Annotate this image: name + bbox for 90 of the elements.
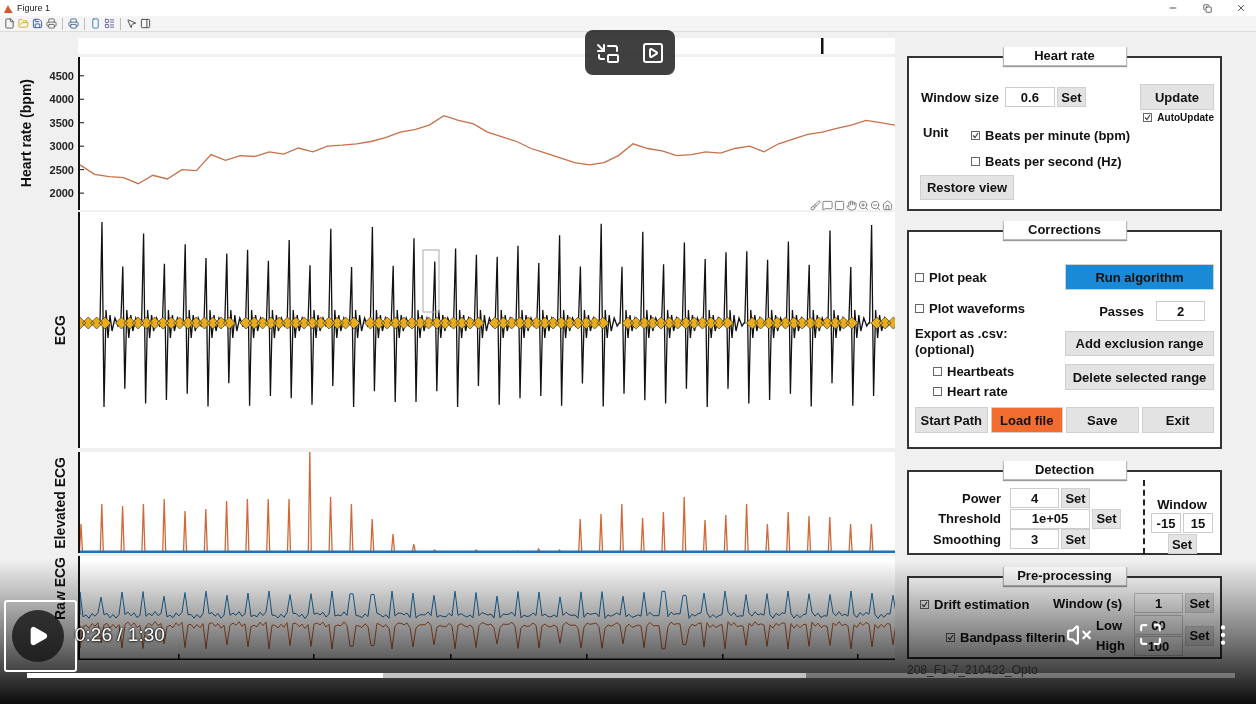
- window-title: Figure 1: [17, 3, 52, 13]
- action-button[interactable]: Start Path: [915, 407, 988, 433]
- set-button[interactable]: Set: [1092, 508, 1121, 529]
- set-button[interactable]: Set: [1167, 534, 1197, 554]
- field-label: Window (s): [1053, 595, 1124, 611]
- restore-icon[interactable]: [1202, 3, 1212, 13]
- field-label: Low: [1096, 618, 1123, 633]
- run-algorithm-button[interactable]: Run algorithm: [1065, 264, 1214, 290]
- export-label: Export as .csv: (optional): [915, 326, 1009, 358]
- checkbox[interactable]: [1143, 113, 1153, 122]
- parameter-field[interactable]: 3: [1010, 529, 1059, 549]
- panel-title: Corrections: [1002, 221, 1127, 240]
- checkbox[interactable]: [971, 131, 980, 140]
- field-label: Window size: [921, 89, 999, 105]
- field-label: Threshold: [937, 511, 1001, 526]
- play-box-icon[interactable]: [640, 40, 665, 65]
- set-button[interactable]: Set: [1061, 488, 1090, 508]
- restore-view-button[interactable]: Restore view: [920, 175, 1014, 200]
- window-size-field[interactable]: 0.6: [1004, 87, 1055, 107]
- zoom-in-icon[interactable]: [858, 200, 869, 211]
- square-icon[interactable]: [834, 200, 845, 211]
- close-icon[interactable]: [1236, 3, 1246, 13]
- checkbox-label: Heart rate: [947, 384, 1008, 399]
- checkbox[interactable]: [920, 600, 929, 609]
- set-button[interactable]: Set: [1185, 625, 1214, 646]
- new-file-icon[interactable]: [4, 18, 15, 29]
- field-label: Smoothing: [932, 531, 1001, 547]
- set-button[interactable]: Set: [1056, 87, 1086, 107]
- tick-label: 3000: [49, 139, 74, 154]
- set-button[interactable]: Set: [1185, 593, 1214, 613]
- save-icon[interactable]: [32, 18, 43, 29]
- window-end-field[interactable]: 15: [1183, 513, 1213, 533]
- checkbox-label: Bandpass filterin: [960, 629, 1066, 645]
- printer-icon[interactable]: [46, 18, 57, 29]
- checkbox[interactable]: [933, 367, 942, 376]
- mute-icon[interactable]: [1066, 622, 1092, 648]
- parameter-field[interactable]: 1e+05: [1010, 508, 1090, 529]
- action-button[interactable]: Save: [1066, 407, 1139, 433]
- file-name: 208_F1-7_210422_Opto: [907, 664, 1039, 677]
- axis-label: Heart rate (bpm): [18, 79, 34, 188]
- data-tip-icon[interactable]: [822, 200, 833, 211]
- checkbox-label: Beats per second (Hz): [985, 154, 1122, 169]
- checkbox[interactable]: [946, 632, 955, 642]
- window-start-field[interactable]: -15: [1151, 513, 1181, 533]
- tick-label: 4500: [49, 68, 74, 83]
- checkbox-label: Heartbeats: [947, 364, 1015, 379]
- selection-rectangle: [422, 249, 440, 313]
- checkbox[interactable]: [915, 303, 924, 313]
- tick-label: 3500: [49, 115, 74, 130]
- pointer-icon[interactable]: [126, 18, 137, 29]
- parameter-field[interactable]: 4: [1010, 488, 1059, 508]
- panel-title: Heart rate: [1002, 47, 1127, 66]
- field-label: High: [1096, 638, 1126, 653]
- tick-label: 2000: [49, 186, 74, 201]
- delete-selected-range-button[interactable]: Delete selected range: [1065, 364, 1214, 390]
- tick-label: 4000: [49, 92, 74, 107]
- panel-icon[interactable]: [140, 18, 151, 29]
- colorbar-icon[interactable]: [90, 18, 101, 29]
- set-button[interactable]: Set: [1061, 529, 1090, 549]
- axis-label: Elevated ECG: [52, 456, 68, 549]
- field-label: Window: [1157, 497, 1207, 512]
- passes-field[interactable]: 2: [1156, 301, 1205, 321]
- checkbox-label: AutoUpdate: [1157, 112, 1214, 123]
- brush-icon[interactable]: [810, 200, 821, 211]
- tick-label: 2500: [49, 162, 74, 177]
- field-label: Unit: [923, 125, 950, 140]
- zoom-out-icon[interactable]: [870, 200, 881, 211]
- action-button[interactable]: Exit: [1141, 407, 1214, 433]
- home-icon[interactable]: [882, 200, 893, 211]
- print-preview-icon[interactable]: [68, 18, 79, 29]
- checkbox-label: Plot waveforms: [929, 300, 1026, 316]
- update-button[interactable]: Update: [1140, 84, 1214, 110]
- checkbox-label: Drift estimation: [934, 597, 1030, 612]
- checkbox[interactable]: [933, 387, 942, 396]
- field-label: Power: [961, 490, 1001, 506]
- checkbox[interactable]: [915, 272, 924, 282]
- checkbox-label: Plot peak: [929, 269, 987, 285]
- panel-title: Pre-processing: [1002, 567, 1127, 586]
- cursor-marker: [821, 38, 824, 54]
- action-button[interactable]: Load file: [990, 407, 1063, 433]
- app-icon: [4, 3, 13, 13]
- add-exclusion-range-button[interactable]: Add exclusion range: [1065, 331, 1214, 356]
- field-label: Passes: [1099, 303, 1144, 319]
- checkbox[interactable]: [971, 157, 980, 166]
- pan-icon[interactable]: [846, 200, 857, 211]
- panel-title: Detection: [1002, 461, 1127, 480]
- window-field[interactable]: 1: [1134, 593, 1183, 613]
- checkbox-label: Beats per minute (bpm): [985, 128, 1131, 143]
- legend-icon[interactable]: [104, 18, 115, 29]
- axis-label: ECG: [52, 314, 68, 346]
